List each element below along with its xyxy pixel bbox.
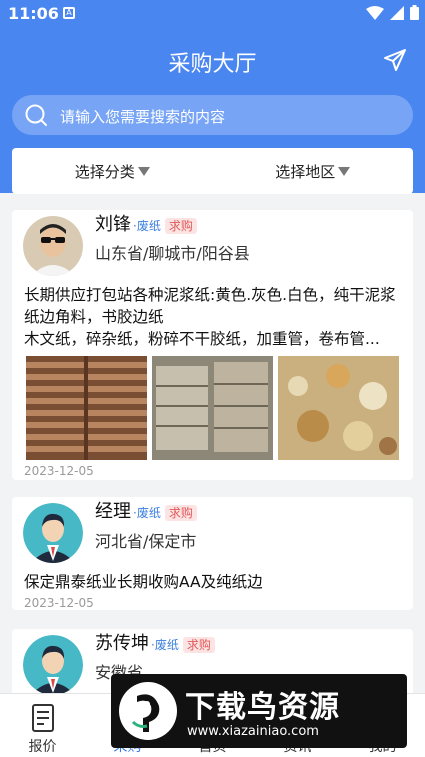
status-bar: 11:06 A [0, 0, 425, 28]
send-icon[interactable] [383, 48, 407, 72]
search-icon [25, 104, 47, 126]
poster-name: 经理 ·废纸 求购 [95, 497, 197, 523]
poster-location: 山东省/聊城市/阳谷县 [95, 244, 250, 263]
status-time: 11:06 [8, 4, 59, 23]
dropdown-arrow-icon [137, 166, 150, 176]
page-title: 采购大厅 [168, 52, 257, 77]
category-filter[interactable]: 选择分类 [12, 148, 213, 194]
purchase-badge: 求购 [164, 218, 197, 234]
search-bar[interactable]: 请输入您需要搜索的内容 [12, 95, 413, 135]
signal-icon [390, 5, 404, 20]
wifi-icon [366, 5, 384, 20]
system-icons [366, 5, 419, 20]
document-icon [31, 704, 54, 732]
category-tag: ·废纸 [133, 506, 161, 520]
post-description: 长期供应打包站各种泥浆纸:黄色.灰色.白色，纯干泥浆纸边角料，书胶边纸 木文纸，… [24, 286, 396, 348]
category-tag: ·废纸 [133, 219, 161, 233]
post-photo[interactable] [278, 356, 399, 460]
watermark-banner: 下载鸟资源 www.xiazainiao.com [111, 674, 407, 748]
post-date: 2023-12-05 [24, 596, 94, 610]
search-input[interactable]: 请输入您需要搜索的内容 [60, 106, 225, 127]
post-date: 2023-12-05 [24, 464, 94, 478]
avatar [23, 216, 83, 276]
filter-bar: 选择分类 选择地区 [12, 148, 413, 194]
category-filter-label: 选择分类 [74, 162, 135, 181]
poster-name: 刘锋 ·废纸 求购 [95, 210, 197, 236]
region-filter-label: 选择地区 [275, 162, 336, 181]
tab-quote[interactable]: 报价 [0, 694, 85, 757]
purchase-badge: 求购 [164, 505, 197, 521]
category-tag: ·废纸 [151, 638, 179, 652]
post-card[interactable]: 刘锋 ·废纸 求购 山东省/聊城市/阳谷县 长期供应打包站各种泥浆纸:黄色.灰色.白… [12, 210, 413, 480]
poster-name: 苏传坤 ·废纸 求购 [95, 629, 215, 655]
notification-icon: A [63, 7, 75, 19]
avatar [23, 635, 83, 695]
avatar [23, 503, 83, 563]
post-card[interactable]: 经理 ·废纸 求购 河北省/保定市 保定鼎泰纸业长期收购AA及纯纸边 2023-12… [12, 497, 413, 610]
post-photo[interactable] [152, 356, 273, 460]
watermark-title: 下载鸟资源 [185, 690, 340, 725]
post-description: 保定鼎泰纸业长期收购AA及纯纸边 [24, 573, 263, 591]
battery-icon [410, 5, 419, 20]
purchase-badge: 求购 [182, 637, 215, 653]
post-photo[interactable] [26, 356, 147, 460]
watermark-url: www.xiazainiao.com [187, 724, 319, 739]
poster-location: 河北省/保定市 [95, 532, 197, 551]
tab-label: 报价 [28, 739, 57, 755]
bird-logo-icon [119, 682, 177, 740]
dropdown-arrow-icon [338, 166, 351, 176]
region-filter[interactable]: 选择地区 [213, 148, 414, 194]
